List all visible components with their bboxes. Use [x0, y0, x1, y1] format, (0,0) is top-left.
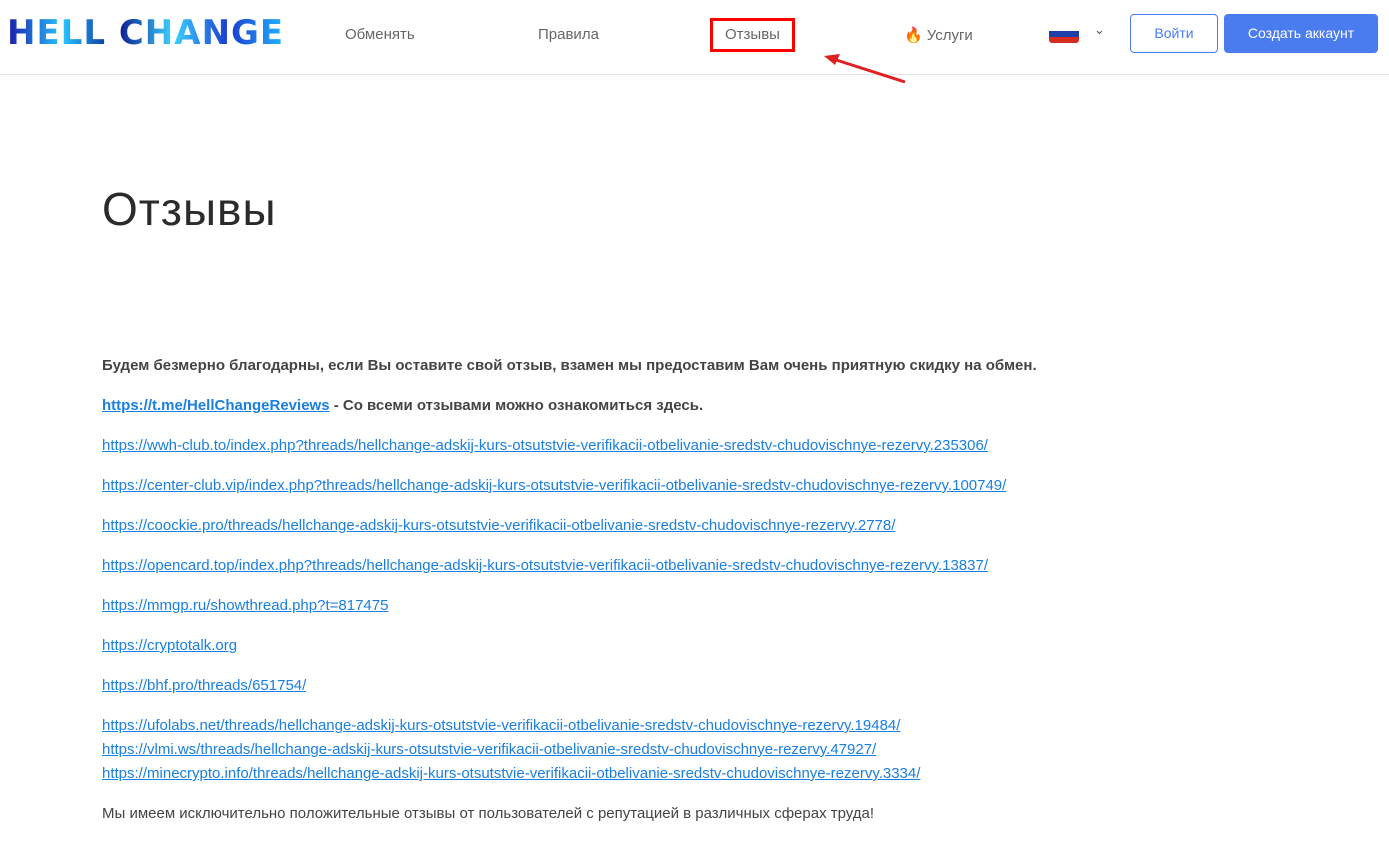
review-link[interactable]: https://wwh-club.to/index.php?threads/he… [102, 437, 988, 454]
nav-rules[interactable]: Правила [538, 26, 599, 43]
review-link[interactable]: https://bhf.pro/threads/651754/ [102, 677, 306, 694]
chevron-down-icon[interactable]: ⌄ [1094, 22, 1105, 38]
nav-services-label: Услуги [926, 27, 973, 44]
russia-flag-icon[interactable] [1049, 25, 1079, 43]
header: HELL CHANGE Обменять Правила Отзывы 🔥 Усл… [0, 0, 1389, 75]
telegram-line: https://t.me/HellChangeReviews - Со всем… [102, 397, 703, 414]
review-link[interactable]: https://mmgp.ru/showthread.php?t=817475 [102, 597, 388, 614]
nav-services[interactable]: 🔥 Услуги [904, 26, 973, 44]
login-button[interactable]: Войти [1130, 14, 1218, 53]
intro-text: Будем безмерно благодарны, если Вы остав… [102, 357, 1037, 374]
nav-exchange[interactable]: Обменять [345, 26, 415, 43]
review-link[interactable]: https://center-club.vip/index.php?thread… [102, 477, 1006, 494]
logo[interactable]: HELL CHANGE [7, 14, 284, 52]
red-arrow-annotation [824, 54, 906, 84]
page-title: Отзывы [102, 183, 277, 235]
nav-reviews[interactable]: Отзывы [710, 18, 795, 52]
review-link[interactable]: https://cryptotalk.org [102, 637, 237, 654]
signup-button[interactable]: Создать аккаунт [1224, 14, 1378, 53]
review-link[interactable]: https://coockie.pro/threads/hellchange-a… [102, 517, 895, 534]
review-link[interactable]: https://vlmi.ws/threads/hellchange-adski… [102, 741, 876, 758]
fire-icon: 🔥 [904, 27, 923, 44]
outro-text: Мы имеем исключительно положительные отз… [102, 805, 875, 822]
telegram-text: - Со всеми отзывами можно ознакомиться з… [329, 397, 704, 414]
review-link[interactable]: https://opencard.top/index.php?threads/h… [102, 557, 988, 574]
telegram-link[interactable]: https://t.me/HellChangeReviews [102, 397, 330, 414]
review-link[interactable]: https://minecrypto.info/threads/hellchan… [102, 765, 920, 782]
review-link[interactable]: https://ufolabs.net/threads/hellchange-a… [102, 717, 900, 734]
